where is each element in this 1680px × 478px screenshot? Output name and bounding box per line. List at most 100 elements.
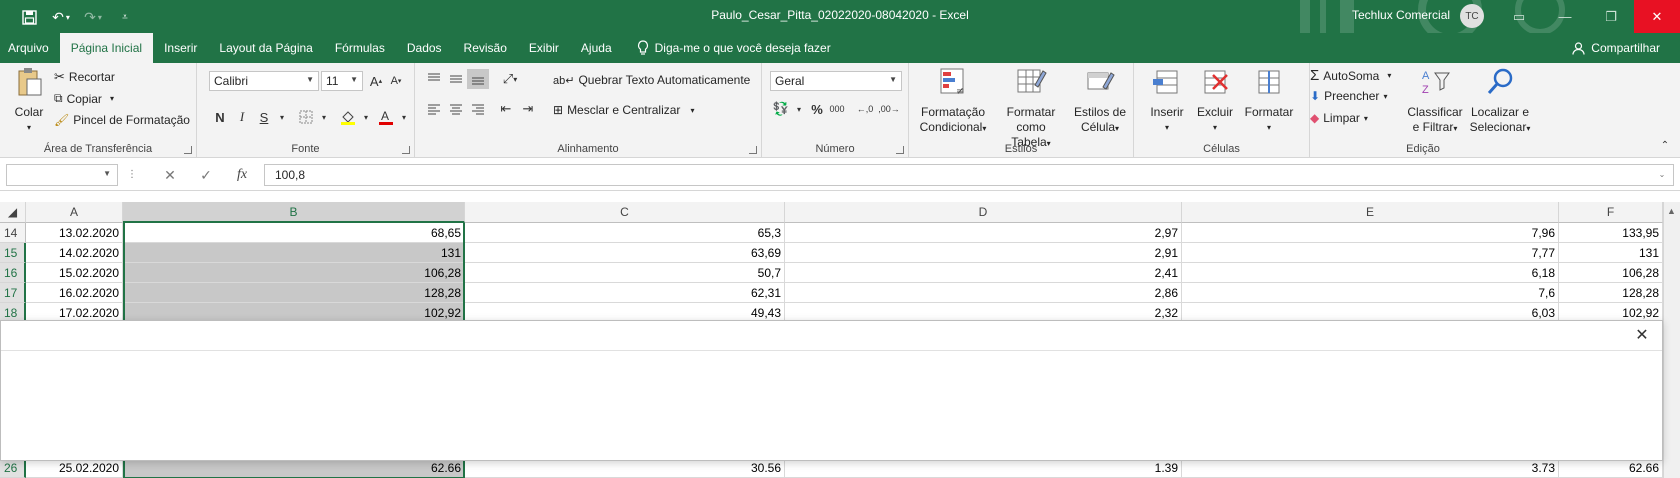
table-cell[interactable]: 1.39 bbox=[785, 458, 1182, 478]
table-cell[interactable]: 7,6 bbox=[1182, 283, 1559, 303]
table-cell[interactable]: 128,28 bbox=[1559, 283, 1663, 303]
cell-styles-button[interactable]: Estilos de Célula▾ bbox=[1071, 67, 1129, 136]
tab-exibir[interactable]: Exibir bbox=[518, 33, 570, 63]
copy-button[interactable]: ⧉ Copiar ▾ bbox=[54, 91, 114, 106]
scroll-up-icon[interactable]: ▲ bbox=[1667, 206, 1676, 216]
minimize-icon[interactable]: — bbox=[1542, 0, 1588, 33]
font-launcher-icon[interactable] bbox=[402, 146, 410, 154]
column-header-b[interactable]: B bbox=[123, 202, 465, 223]
column-header-e[interactable]: E bbox=[1182, 202, 1559, 223]
row-header[interactable]: 16 bbox=[0, 263, 26, 283]
underline-dropdown-icon[interactable]: ▾ bbox=[271, 107, 293, 127]
row-header[interactable]: 17 bbox=[0, 283, 26, 303]
column-header-d[interactable]: D bbox=[785, 202, 1182, 223]
table-cell[interactable]: 50,7 bbox=[465, 263, 785, 283]
sort-filter-button[interactable]: AZ Classificar e Filtrar▾ bbox=[1402, 67, 1468, 136]
increase-decimal-icon[interactable]: ←,0 bbox=[854, 99, 876, 119]
table-cell[interactable]: 13.02.2020 bbox=[26, 223, 123, 243]
font-color-dropdown-icon[interactable]: ▾ bbox=[393, 107, 415, 127]
table-cell[interactable]: 106,28 bbox=[123, 263, 465, 283]
table-cell[interactable]: 128,28 bbox=[123, 283, 465, 303]
decrease-decimal-icon[interactable]: ,00→ bbox=[878, 99, 900, 119]
table-cell[interactable]: 62,31 bbox=[465, 283, 785, 303]
undo-icon[interactable]: ↶ ▾ bbox=[50, 6, 72, 28]
table-cell[interactable]: 7,96 bbox=[1182, 223, 1559, 243]
table-cell[interactable]: 3.73 bbox=[1182, 458, 1559, 478]
clear-button[interactable]: ◆ Limpar ▾ bbox=[1310, 111, 1368, 125]
table-cell[interactable]: 2,41 bbox=[785, 263, 1182, 283]
cut-button[interactable]: ✂ Recortar bbox=[54, 69, 115, 85]
wrap-text-button[interactable]: ab↵ Quebrar Texto Automaticamente bbox=[553, 73, 750, 87]
decrease-indent-icon[interactable]: ⇤ bbox=[495, 99, 517, 119]
tell-me-box[interactable]: Diga-me o que você deseja fazer bbox=[637, 33, 831, 63]
delete-cells-button[interactable]: Excluir ▾ bbox=[1192, 67, 1238, 135]
redo-icon[interactable]: ↷ ▾ bbox=[82, 6, 104, 28]
cancel-formula-icon[interactable]: ✕ bbox=[156, 164, 184, 186]
table-cell[interactable]: 25.02.2020 bbox=[26, 458, 123, 478]
format-cells-button[interactable]: Formatar ▾ bbox=[1240, 67, 1298, 135]
align-middle-icon[interactable] bbox=[445, 69, 467, 89]
clipboard-launcher-icon[interactable] bbox=[184, 146, 192, 154]
column-header-a[interactable]: A bbox=[26, 202, 123, 223]
find-select-button[interactable]: Localizar e Selecionar▾ bbox=[1468, 67, 1532, 136]
customize-qat-icon[interactable]: ⩡ bbox=[114, 6, 136, 28]
enter-formula-icon[interactable]: ✓ bbox=[192, 164, 220, 186]
conditional-formatting-button[interactable]: ≠ Formatação Condicional▾ bbox=[917, 67, 989, 136]
column-header-c[interactable]: C bbox=[465, 202, 785, 223]
paste-button[interactable]: Colar ▾ bbox=[8, 67, 50, 135]
table-cell[interactable]: 63,69 bbox=[465, 243, 785, 263]
table-cell[interactable]: 65,3 bbox=[465, 223, 785, 243]
formula-input[interactable]: 100,8 bbox=[264, 164, 1674, 186]
font-name-select[interactable]: Calibri ▼ bbox=[209, 71, 319, 91]
format-painter-button[interactable]: 🖌 Pincel de Formatação bbox=[54, 113, 190, 127]
insert-cells-button[interactable]: Inserir ▾ bbox=[1144, 67, 1190, 135]
fill-color-dropdown-icon[interactable]: ▾ bbox=[355, 107, 377, 127]
table-cell[interactable]: 30.56 bbox=[465, 458, 785, 478]
autosum-button[interactable]: Σ AutoSoma ▾ bbox=[1310, 67, 1391, 84]
table-cell[interactable]: 68,65 bbox=[123, 223, 465, 243]
alignment-launcher-icon[interactable] bbox=[749, 146, 757, 154]
shrink-font-icon[interactable]: A ▾ bbox=[385, 71, 407, 91]
table-cell[interactable]: 131 bbox=[123, 243, 465, 263]
align-center-icon[interactable] bbox=[445, 99, 467, 119]
table-cell[interactable]: 106,28 bbox=[1559, 263, 1663, 283]
tab-layout[interactable]: Layout da Página bbox=[208, 33, 323, 63]
table-cell[interactable]: 62.66 bbox=[123, 458, 465, 478]
ribbon-display-icon[interactable]: ▭ bbox=[1496, 0, 1542, 33]
table-cell[interactable]: 14.02.2020 bbox=[26, 243, 123, 263]
align-bottom-icon[interactable] bbox=[467, 69, 489, 89]
number-launcher-icon[interactable] bbox=[896, 146, 904, 154]
table-cell[interactable]: 133,95 bbox=[1559, 223, 1663, 243]
table-cell[interactable]: 2,97 bbox=[785, 223, 1182, 243]
italic-button[interactable]: I bbox=[231, 107, 253, 127]
select-all-corner[interactable]: ◢ bbox=[0, 202, 26, 223]
orientation-icon[interactable]: ⤢ ▾ bbox=[499, 69, 521, 89]
align-top-icon[interactable] bbox=[423, 69, 445, 89]
name-box[interactable]: ▼ bbox=[6, 164, 118, 186]
grow-font-icon[interactable]: A ▴ bbox=[365, 71, 387, 91]
tab-revisao[interactable]: Revisão bbox=[453, 33, 518, 63]
fill-button[interactable]: ⬇ Preencher ▾ bbox=[1310, 89, 1387, 103]
table-cell[interactable]: 62.66 bbox=[1559, 458, 1663, 478]
maximize-icon[interactable]: ❐ bbox=[1588, 0, 1634, 33]
tab-inserir[interactable]: Inserir bbox=[153, 33, 208, 63]
merge-center-button[interactable]: ⊞ Mesclar e Centralizar ▾ bbox=[553, 103, 694, 117]
align-left-icon[interactable] bbox=[423, 99, 445, 119]
save-icon[interactable] bbox=[18, 6, 40, 28]
tab-pagina-inicial[interactable]: Página Inicial bbox=[59, 33, 154, 63]
row-header[interactable]: 15 bbox=[0, 243, 26, 263]
table-cell[interactable]: 2,91 bbox=[785, 243, 1182, 263]
expand-formula-icon[interactable]: ⌄ bbox=[1652, 164, 1672, 186]
close-icon[interactable]: ✕ bbox=[1632, 326, 1652, 346]
user-name[interactable]: Techlux Comercial bbox=[1352, 8, 1450, 22]
bold-button[interactable]: N bbox=[209, 107, 231, 127]
thousands-button[interactable]: 000 bbox=[826, 99, 848, 119]
borders-dropdown-icon[interactable]: ▾ bbox=[313, 107, 335, 127]
insert-function-icon[interactable]: fx bbox=[228, 164, 256, 186]
number-format-select[interactable]: Geral ▼ bbox=[770, 71, 902, 91]
vertical-scrollbar[interactable]: ▲ bbox=[1663, 202, 1680, 478]
tab-arquivo[interactable]: Arquivo bbox=[0, 33, 60, 63]
format-as-table-button[interactable]: Formatar como Tabela▾ bbox=[991, 67, 1071, 151]
column-header-f[interactable]: F bbox=[1559, 202, 1663, 223]
table-cell[interactable]: 15.02.2020 bbox=[26, 263, 123, 283]
